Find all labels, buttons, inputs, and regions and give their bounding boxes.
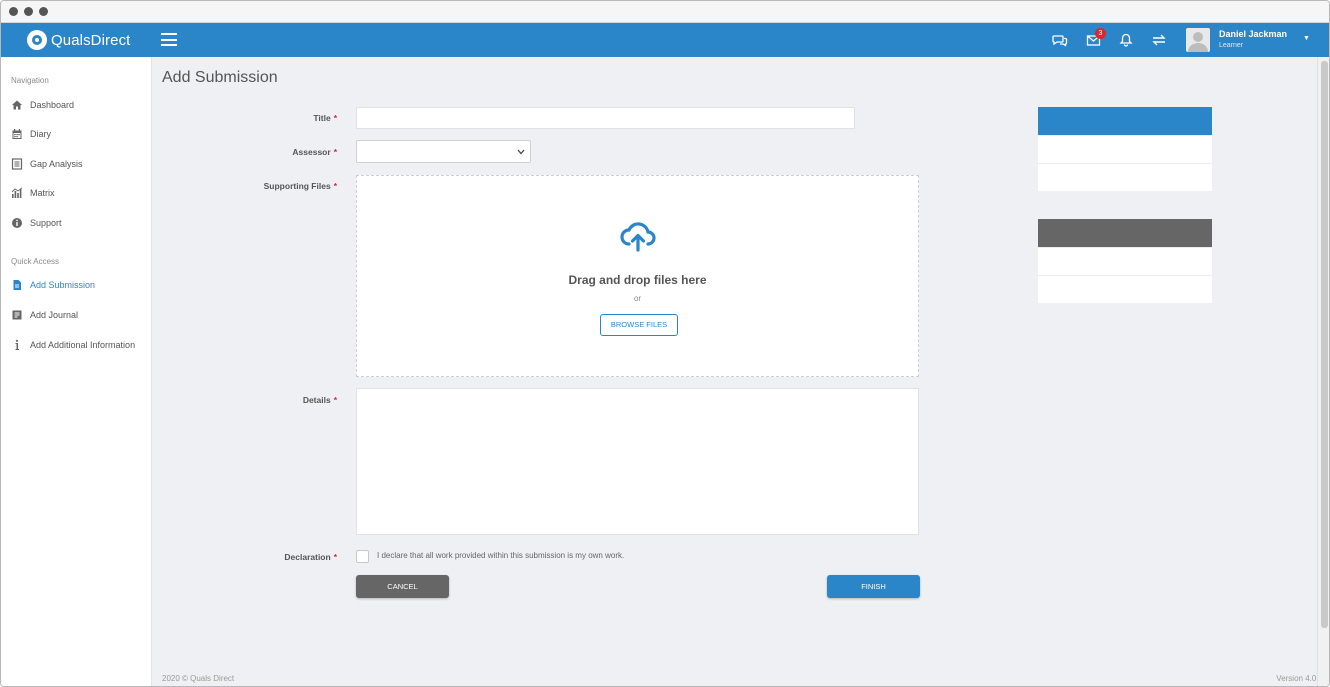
footer-version: Version 4.0.0 [1276,674,1323,683]
declaration-text: I declare that all work provided within … [377,551,625,560]
card-row [1038,135,1212,163]
user-name[interactable]: Daniel Jackman [1219,29,1287,39]
window-titlebar [1,1,1329,23]
declaration-checkbox[interactable] [356,550,369,563]
window-dot[interactable] [9,7,18,16]
declaration-label: Declaration * [284,552,337,562]
message-count-badge: 3 [1095,28,1106,39]
sidebar-item-add-additional-information[interactable]: Add Additional Information [11,337,135,353]
avatar[interactable] [1186,28,1210,52]
matrix-icon [11,187,23,199]
sidebar-item-label: Add Additional Information [30,340,136,350]
app-name: QualsDirect [51,31,131,49]
details-textarea[interactable] [356,388,919,535]
main-content: Add Submission Title * Assessor * Supporti… [152,57,1323,686]
chevron-down-icon [517,149,525,155]
scrollbar-thumb[interactable] [1321,61,1328,628]
sidebar-item-label: Dashboard [30,100,75,110]
info-card-blue [1038,107,1212,191]
title-label: Title * [313,113,337,123]
navigation-section-title: Navigation [11,76,49,85]
info-card-grey [1038,219,1212,303]
sidebar-item-label: Add Journal [30,310,79,320]
sidebar-item-dashboard[interactable]: Dashboard [11,97,74,113]
finish-button[interactable]: FINISH [827,575,920,598]
document-icon [11,158,23,170]
menu-toggle-icon[interactable] [161,33,177,46]
user-menu-caret-icon[interactable]: ▼ [1303,35,1310,42]
dropzone-title: Drag and drop files here [568,273,707,287]
title-input[interactable] [356,107,855,129]
user-role: Learner [1219,42,1244,49]
cancel-button[interactable]: CANCEL [356,575,449,598]
sidebar-item-diary[interactable]: Diary [11,126,51,142]
journal-icon [11,309,23,321]
window-dot[interactable] [39,7,48,16]
bell-icon[interactable] [1118,32,1134,48]
user-silhouette-icon [1188,32,1208,52]
sidebar-item-add-submission[interactable]: Add Submission [11,277,95,293]
chat-icon[interactable] [1052,32,1068,48]
sidebar-item-label: Matrix [30,188,55,198]
sidebar: Navigation Dashboard Diary Gap Analysis … [1,57,152,686]
card-header [1038,219,1212,247]
assessor-label: Assessor * [292,147,337,157]
swap-icon[interactable] [1151,32,1167,48]
sidebar-item-support[interactable]: Support [11,215,62,231]
window-dot[interactable] [24,7,33,16]
dropzone-or-text: or [633,294,642,303]
file-dropzone[interactable]: Drag and drop files here or BROWSE FILES [356,175,919,377]
browse-files-button[interactable]: BROWSE FILES [600,314,678,336]
scrollbar[interactable] [1317,57,1329,686]
page-title: Add Submission [162,69,278,86]
sidebar-item-label: Gap Analysis [30,159,83,169]
card-row [1038,163,1212,191]
card-row [1038,275,1212,303]
details-label: Details * [302,395,337,405]
info-circle-icon [11,217,23,229]
sidebar-item-label: Add Submission [30,280,96,290]
sidebar-item-matrix[interactable]: Matrix [11,185,55,201]
card-row [1038,247,1212,275]
home-icon [11,99,23,111]
app-window: QualsDirect 3 Daniel Jackman Learner ▼ N… [0,0,1330,687]
sidebar-item-gap-analysis[interactable]: Gap Analysis [11,156,83,172]
supporting-files-label: Supporting Files * [263,181,337,191]
sidebar-item-label: Support [30,218,62,228]
file-icon [11,279,23,291]
calendar-icon [11,128,23,140]
assessor-select[interactable] [356,140,531,163]
card-header [1038,107,1212,135]
footer-copyright: 2020 © Quals Direct [162,674,235,683]
sidebar-item-label: Diary [30,129,52,139]
app-logo[interactable]: QualsDirect [27,30,130,50]
sidebar-item-add-journal[interactable]: Add Journal [11,307,78,323]
quick-access-section-title: Quick Access [11,257,60,266]
cloud-upload-icon [620,222,656,252]
logo-icon [27,30,47,50]
top-navbar: QualsDirect [1,23,1329,57]
info-icon [11,339,23,351]
